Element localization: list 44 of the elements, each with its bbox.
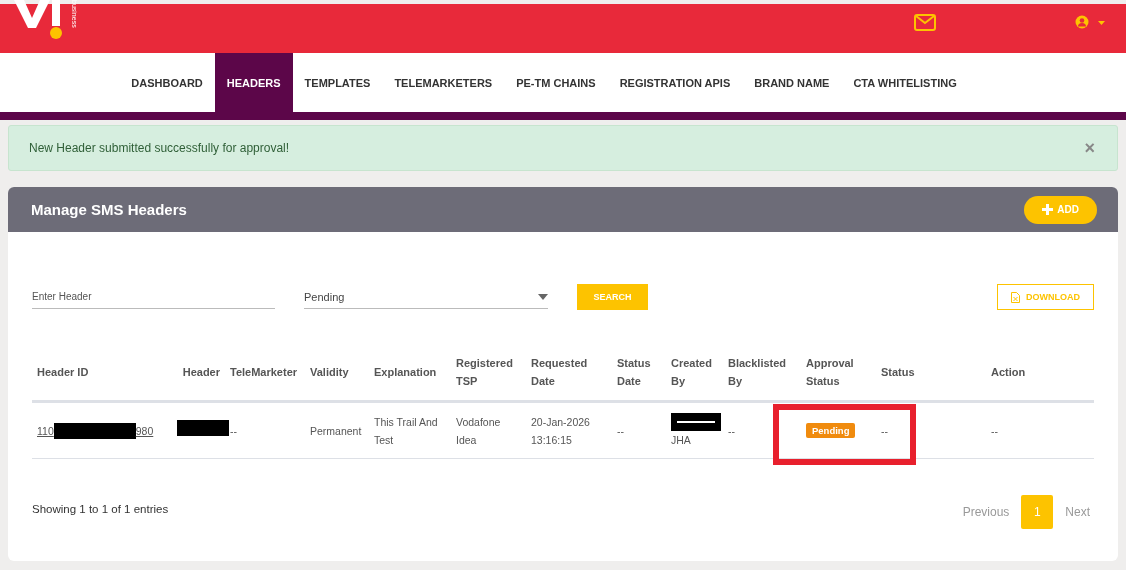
column-header: Approval Status [801, 344, 876, 402]
nav-tab[interactable]: HEADERS [214, 53, 293, 112]
caret-icon[interactable] [1098, 21, 1105, 25]
column-header: Action [986, 344, 1094, 402]
table-cell: Vodafone Idea [451, 401, 526, 459]
nav-tab[interactable]: PE-TM CHAINS [504, 53, 608, 112]
status-badge: Pending [806, 423, 856, 438]
redaction-bar [177, 420, 229, 436]
nav-tab[interactable]: BRAND NAME [742, 53, 842, 112]
table-cell: -- [225, 401, 305, 459]
plus-icon [1042, 204, 1054, 215]
table-cell: 20-Jan-2026 13:16:15 [526, 401, 612, 459]
alert-message: New Header submitted successfully for approval! [29, 141, 290, 155]
table-cell: -- [986, 401, 1094, 459]
column-header: Status Date [612, 344, 666, 402]
column-header: Header [172, 344, 225, 402]
redaction-bar [671, 412, 721, 431]
column-header: Requested Date [526, 344, 612, 402]
table-cell: -- [876, 401, 986, 459]
column-header: Blacklisted By [723, 344, 801, 402]
mail-icon[interactable] [914, 14, 936, 31]
nav-tab[interactable]: REGISTRATION APIS [607, 53, 743, 112]
table-cell-text: JHA [671, 432, 691, 448]
nav-tab[interactable]: CTA WHITELISTING [841, 53, 969, 112]
column-header: TeleMarketer [225, 344, 305, 402]
table-cell: -- [612, 401, 666, 459]
column-header: Header ID [32, 344, 172, 402]
column-header: Registered TSP [451, 344, 526, 402]
file-icon [1011, 291, 1020, 303]
table-cell: Permanent [305, 401, 369, 459]
column-header: Created By [666, 344, 723, 402]
caret-icon [538, 293, 548, 300]
column-header: Status [876, 344, 986, 402]
user-icon[interactable] [1075, 15, 1089, 29]
column-header: Explanation [369, 344, 451, 402]
card-title: Manage SMS Headers [31, 201, 187, 218]
entries-info: Showing 1 to 1 of 1 entries [32, 503, 169, 515]
nav-tab[interactable]: DASHBOARD [119, 53, 215, 112]
table-cell: -- [723, 401, 801, 459]
table-cell: This Trail And Test [369, 401, 451, 459]
column-header: Validity [305, 344, 369, 402]
nav-tab[interactable]: TEMPLATES [292, 53, 383, 112]
status-dropdown[interactable]: Pending [304, 285, 548, 309]
nav-tab[interactable]: TELEMARKETERS [382, 53, 505, 112]
